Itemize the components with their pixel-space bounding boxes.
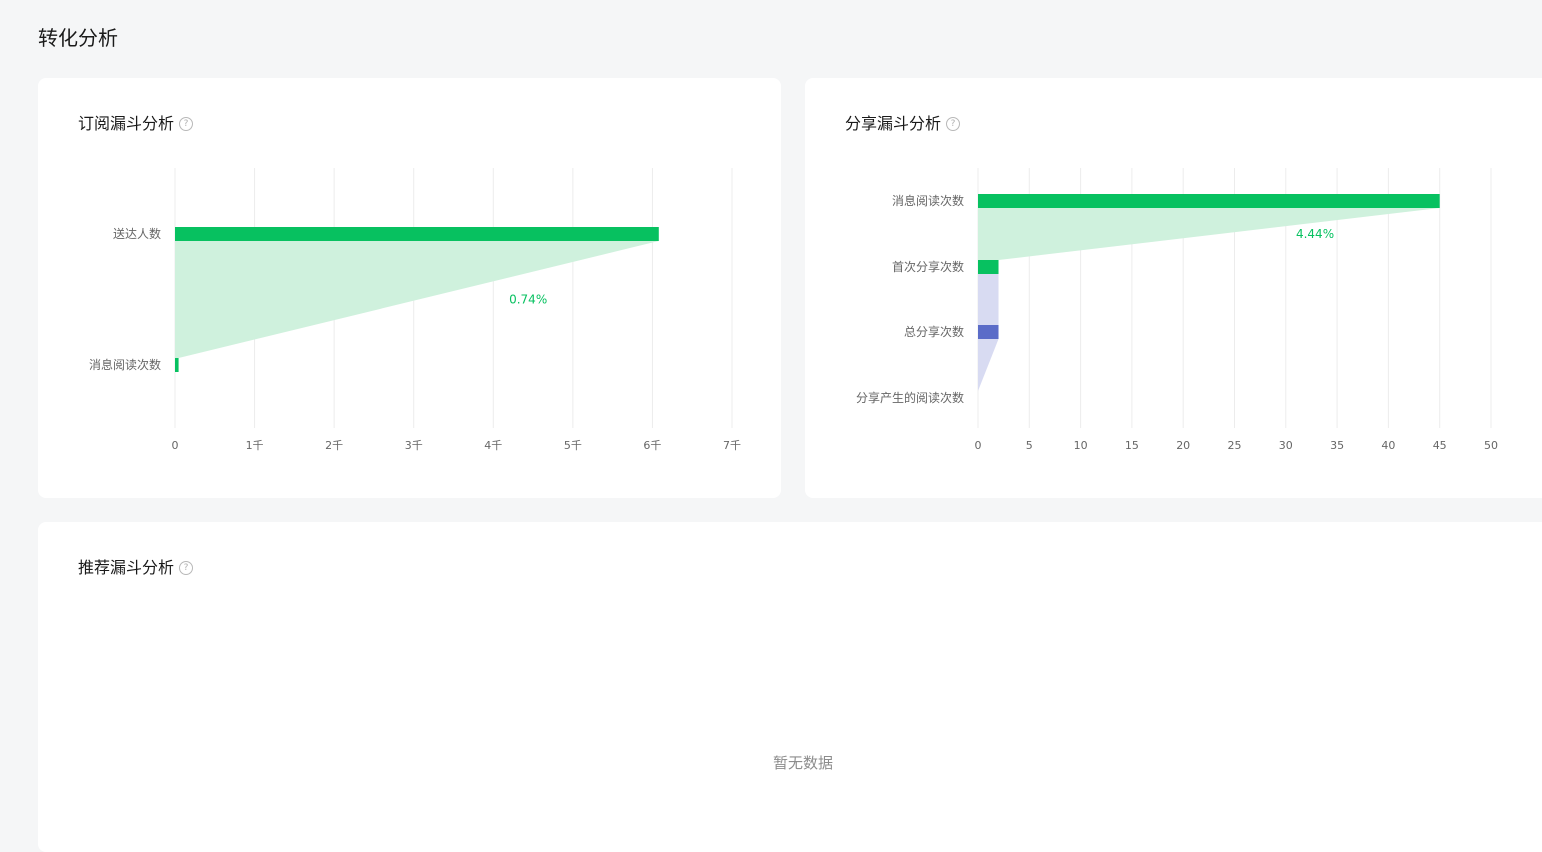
- share-funnel-tick-label: 45: [1433, 439, 1447, 452]
- subscribe-funnel-card: 订阅漏斗分析 ? 0.74% 送达人数 消息阅读次数 0 1千 2千 3千 4千 5千 6千 7千: [38, 78, 781, 498]
- share-funnel-tick-label: 50: [1484, 439, 1498, 452]
- share-funnel-category-label: 消息阅读次数: [892, 193, 964, 208]
- recommend-funnel-card: 推荐漏斗分析 ? 暂无数据: [38, 522, 1542, 852]
- help-icon[interactable]: ?: [179, 561, 194, 575]
- subscribe-funnel-chart: 0.74% 送达人数消息阅读次数 0 1千 2千 3千 4千 5千 6千 7千: [89, 168, 741, 452]
- share-funnel-tick-label: 0: [975, 439, 982, 452]
- subscribe-funnel-category-label: 消息阅读次数: [89, 357, 161, 372]
- subscribe-funnel-tick-label: 6千: [643, 439, 661, 452]
- share-funnel-conversion-label: 4.44%: [1296, 227, 1334, 241]
- share-funnel-connector-area: [978, 208, 1440, 260]
- share-funnel-category-label: 分享产生的阅读次数: [856, 390, 964, 405]
- subscribe-funnel-tick-label: 7千: [723, 439, 741, 452]
- share-funnel-bar: [978, 260, 999, 274]
- share-funnel-card: 分享漏斗分析 ? 4.44% 消息阅读次数 首次分享次数 总分享次数 分享产生的阅读次数…: [805, 78, 1542, 498]
- share-funnel-tick-label: 25: [1228, 439, 1242, 452]
- recommend-funnel-title-text: 推荐漏斗分析: [78, 558, 175, 577]
- share-funnel-tick-label: 5: [1026, 439, 1033, 452]
- subscribe-funnel-category-label: 送达人数: [113, 226, 161, 241]
- recommend-funnel-title: 推荐漏斗分析 ?: [78, 556, 194, 580]
- share-funnel-connector-area: [978, 274, 999, 325]
- share-funnel-chart: 4.44% 消息阅读次数首次分享次数总分享次数分享产生的阅读次数 0 5 10 15 20 2…: [856, 168, 1498, 452]
- subscribe-funnel-tick-label: 1千: [246, 439, 264, 452]
- empty-state-text: 暂无数据: [772, 754, 833, 772]
- subscribe-funnel-tick-label: 3千: [405, 439, 423, 452]
- subscribe-funnel-bar: [175, 227, 659, 241]
- share-funnel-connector-area: [978, 339, 999, 391]
- share-funnel-category-label: 首次分享次数: [892, 259, 964, 274]
- page-title: 转化分析: [38, 26, 118, 50]
- subscribe-funnel-connector-area: [175, 241, 659, 358]
- subscribe-funnel-tick-label: 0: [172, 439, 179, 452]
- share-funnel-tick-label: 15: [1125, 439, 1139, 452]
- share-funnel-category-label: 总分享次数: [904, 324, 964, 339]
- share-funnel-bar: [978, 194, 1440, 208]
- subscribe-funnel-tick-label: 2千: [325, 439, 343, 452]
- share-funnel-bar: [978, 325, 999, 339]
- subscribe-funnel-conversion-label: 0.74%: [509, 293, 547, 307]
- share-funnel-tick-label: 30: [1279, 439, 1293, 452]
- share-funnel-tick-label: 40: [1381, 439, 1395, 452]
- subscribe-funnel-tick-label: 5千: [564, 439, 582, 452]
- share-funnel-tick-label: 20: [1176, 439, 1190, 452]
- subscribe-funnel-tick-label: 4千: [484, 439, 502, 452]
- subscribe-funnel-bar: [175, 358, 179, 372]
- share-funnel-tick-label: 35: [1330, 439, 1344, 452]
- share-funnel-tick-label: 10: [1074, 439, 1088, 452]
